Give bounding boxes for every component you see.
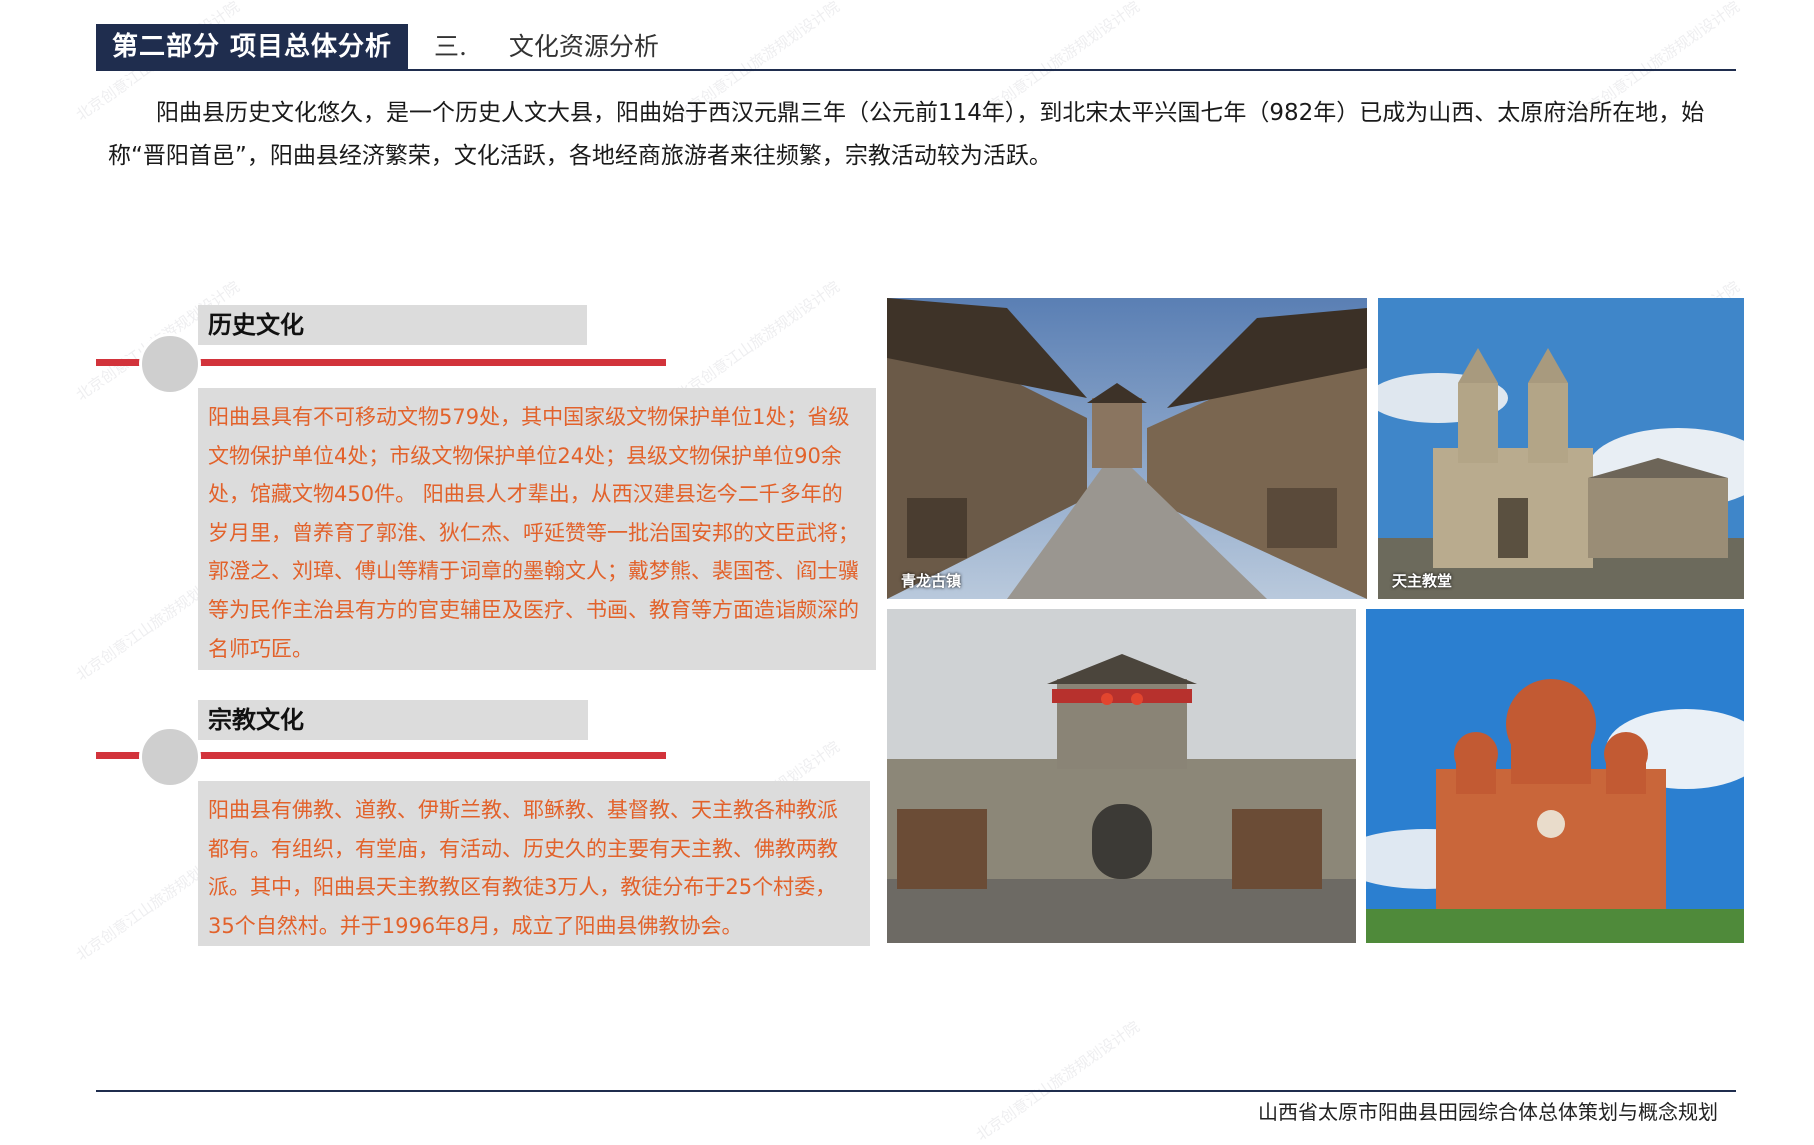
- photo-caption: 天主教堂: [1392, 572, 1453, 590]
- watermark-text: 北京创意江山旅游规划设计院: [972, 1017, 1143, 1145]
- red-cathedral-photo: [1366, 609, 1744, 943]
- header-divider: [96, 69, 1736, 71]
- subsection-title: 文化资源分析: [508, 32, 659, 61]
- section-tag: 第二部分 项目总体分析: [96, 24, 408, 70]
- section-2-circle-marker: [139, 726, 201, 788]
- watermark-text: 北京创意江山旅游规划设计院: [672, 277, 843, 405]
- page-title: 三. 文化资源分析: [434, 24, 659, 70]
- section-2-text: 阳曲县有佛教、道教、伊斯兰教、耶稣教、基督教、天主教各种教派都有。有组织，有堂庙…: [198, 781, 870, 946]
- photo-caption: 青龙古镇: [901, 572, 962, 590]
- section-2-title: 宗教文化: [198, 700, 588, 740]
- city-gate-photo: [887, 609, 1356, 943]
- section-1-circle-marker: [139, 333, 201, 395]
- footer-title: 山西省太原市阳曲县田园综合体总体策划与概念规划: [1258, 1100, 1718, 1124]
- ancient-town-photo: 青龙古镇: [887, 298, 1367, 599]
- subsection-number: 三.: [434, 32, 467, 61]
- footer-divider: [96, 1090, 1736, 1092]
- intro-paragraph: 阳曲县历史文化悠久，是一个历史人文大县，阳曲始于西汉元鼎三年（公元前114年），…: [108, 100, 1705, 169]
- catholic-church-photo: 天主教堂: [1378, 298, 1744, 599]
- section-1-title: 历史文化: [198, 305, 587, 345]
- section-1-text: 阳曲县具有不可移动文物579处，其中国家级文物保护单位1处；省级文物保护单位4处…: [198, 388, 876, 670]
